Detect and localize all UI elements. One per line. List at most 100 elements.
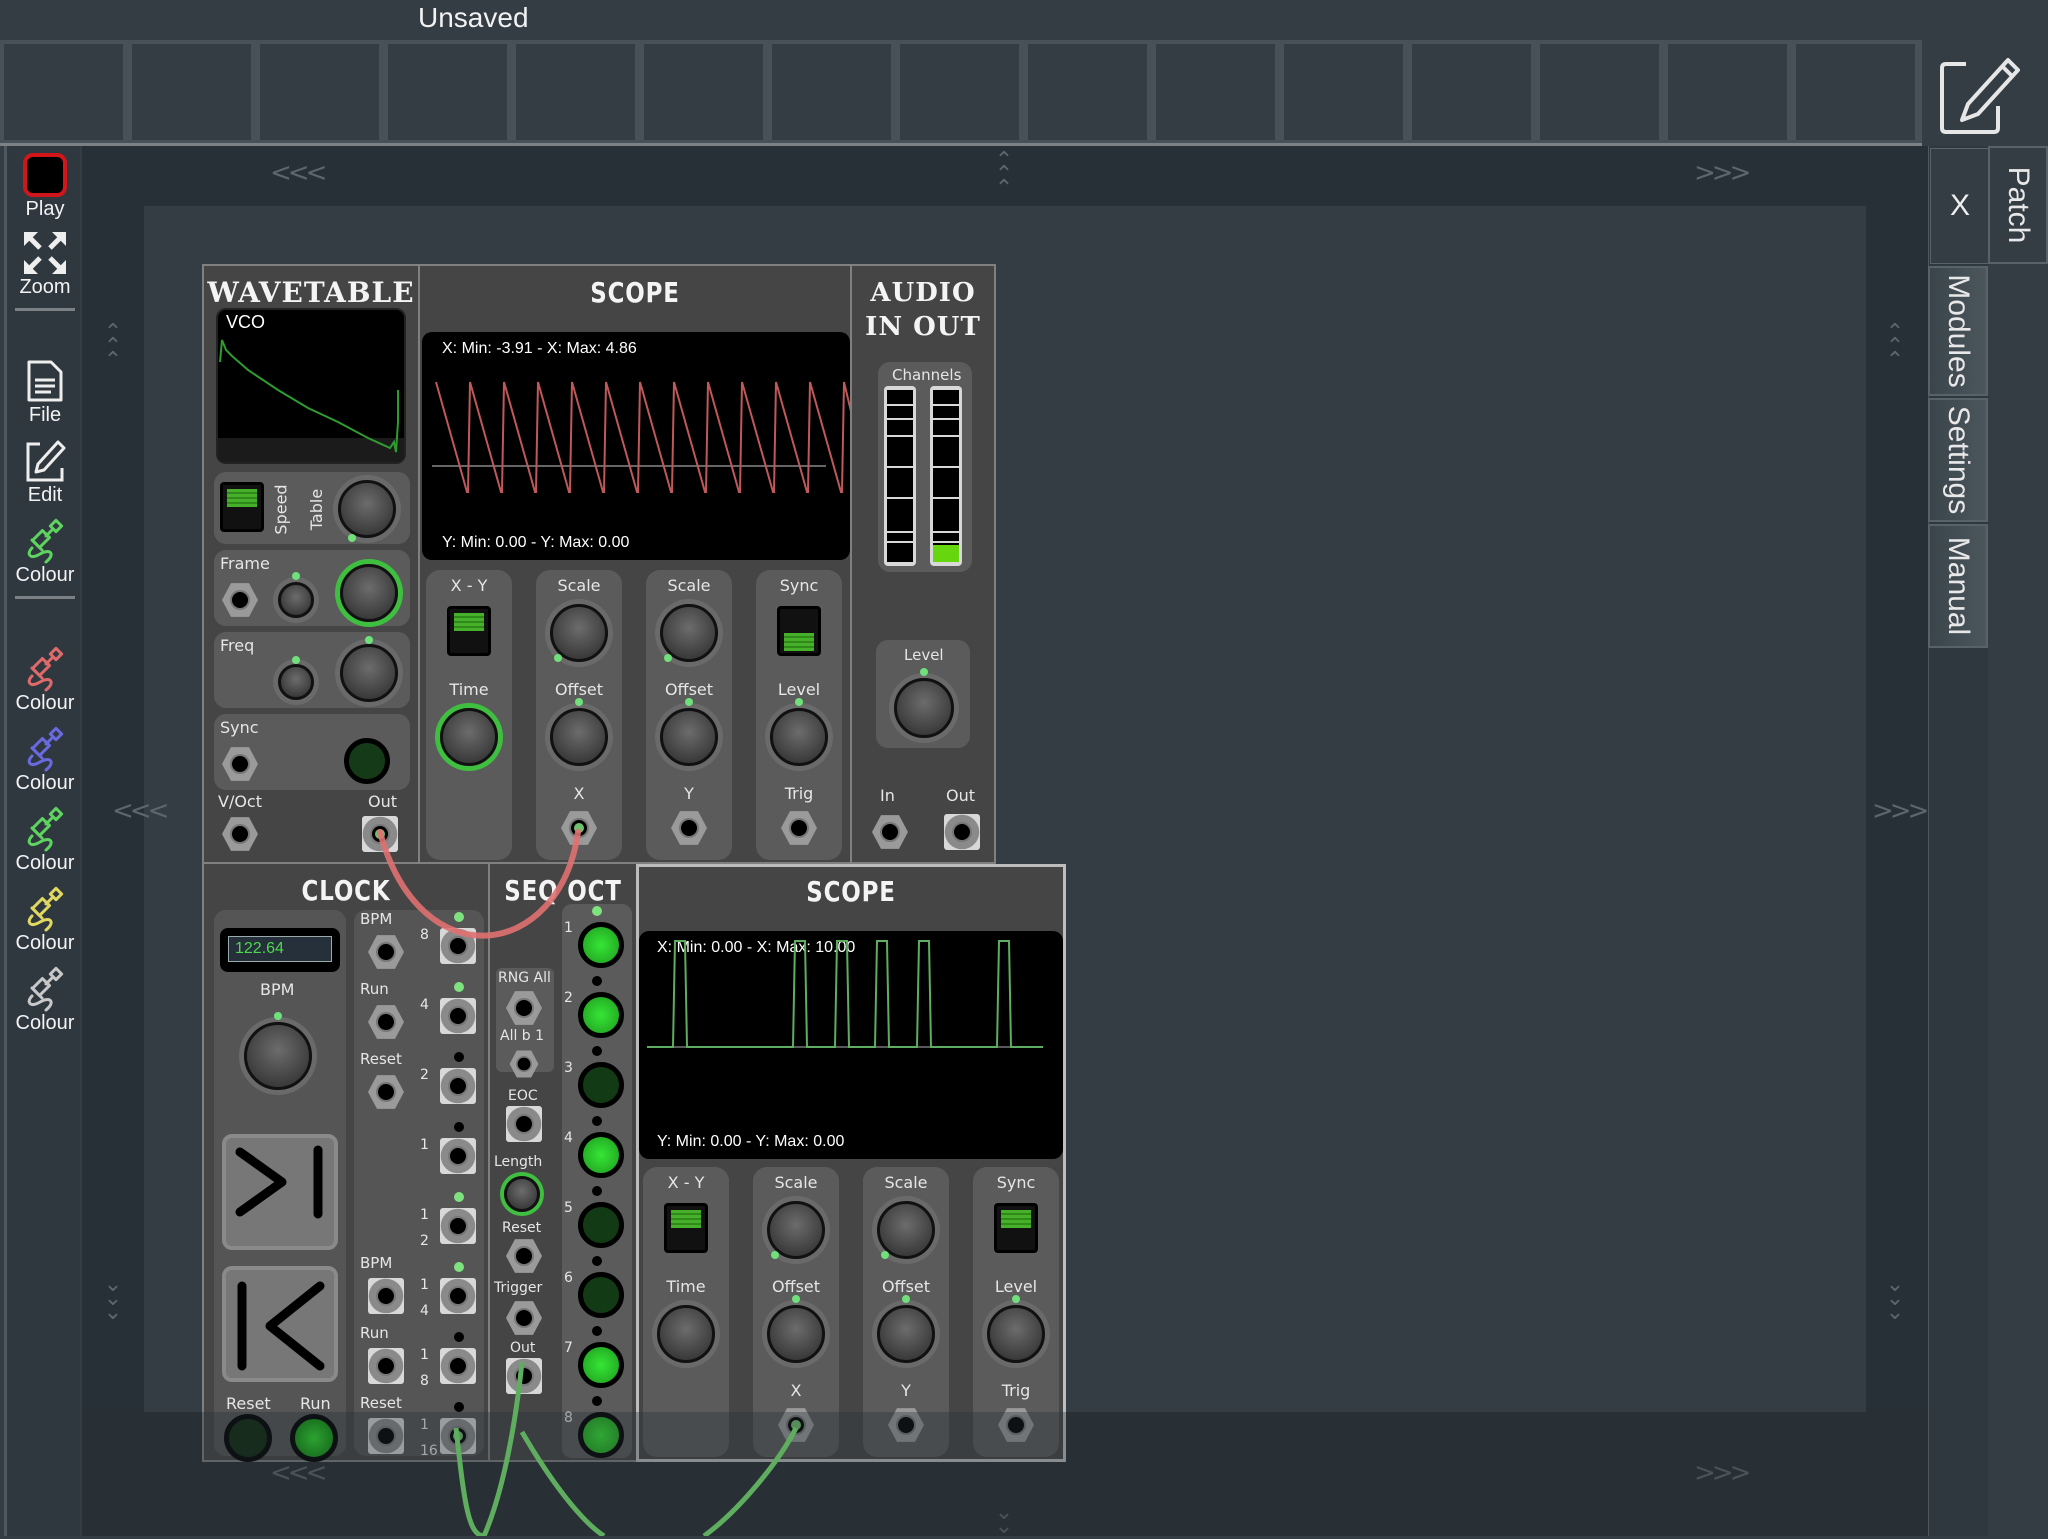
trig-input[interactable] <box>998 1407 1034 1443</box>
zoom-button[interactable]: Zoom <box>7 230 83 299</box>
colour-button-green[interactable]: Colour <box>7 806 83 875</box>
preset-slot[interactable] <box>132 44 251 140</box>
wavetable-module[interactable]: WAVETABLE VCO Speed Table Frame Freq Syn… <box>202 264 420 864</box>
step-button[interactable] <box>578 1062 624 1108</box>
reset-input[interactable] <box>506 1238 542 1274</box>
preset-slot[interactable] <box>1412 44 1531 140</box>
tab-modules[interactable]: Modules <box>1928 266 1988 396</box>
edit-slots-button[interactable] <box>1938 54 2024 136</box>
scroll-right-arrow[interactable]: >>> <box>1694 1458 1751 1488</box>
frame-attenuator-knob[interactable] <box>278 582 314 618</box>
scroll-down-arrow[interactable]: ⌄ ⌄ <box>989 1502 1019 1538</box>
preset-slot[interactable] <box>388 44 507 140</box>
scroll-left-arrow[interactable]: <<< <box>112 796 169 826</box>
colour-button-yellow[interactable]: Colour <box>7 886 83 955</box>
y-input[interactable] <box>671 810 707 846</box>
level-knob[interactable] <box>987 1305 1045 1363</box>
voct-input[interactable] <box>222 816 258 852</box>
skip-back-button[interactable] <box>222 1266 338 1382</box>
reset-led-button[interactable] <box>224 1414 272 1462</box>
sync-led-button[interactable] <box>344 738 390 784</box>
sync-input[interactable] <box>222 746 258 782</box>
division-output[interactable] <box>440 1418 476 1454</box>
seq-oct-module[interactable]: SEQ OCT RNG All All b 1 EOC Length Reset… <box>488 862 638 1462</box>
sync-switch[interactable] <box>777 606 821 656</box>
run-led-button[interactable] <box>290 1414 338 1462</box>
frame-cv-input[interactable] <box>222 582 258 618</box>
table-knob[interactable] <box>338 480 396 538</box>
sync-switch[interactable] <box>994 1203 1038 1253</box>
run-input[interactable] <box>368 1004 404 1040</box>
freq-knob[interactable] <box>340 644 398 702</box>
scroll-right-arrow[interactable]: >>> <box>1872 796 1929 826</box>
division-output[interactable] <box>440 928 476 964</box>
offset-knob[interactable] <box>550 708 608 766</box>
scroll-up-arrow[interactable]: ⌃ ⌃ ⌃ <box>989 150 1019 200</box>
edit-button[interactable]: Edit <box>7 438 83 507</box>
step-button[interactable] <box>578 1132 624 1178</box>
division-output[interactable] <box>440 1208 476 1244</box>
skip-forward-button[interactable] <box>222 1134 338 1250</box>
preset-slot[interactable] <box>772 44 891 140</box>
division-output[interactable] <box>440 998 476 1034</box>
seq-out-output[interactable] <box>506 1358 542 1394</box>
clock-module[interactable]: CLOCK 122.64 BPM Reset Run BPM Run Reset… <box>202 862 490 1462</box>
scope-module[interactable]: SCOPE X: Min: -3.91 - X: Max: 4.86 Y: Mi… <box>418 264 852 864</box>
audio-in-input[interactable] <box>872 814 908 850</box>
file-button[interactable]: File <box>7 358 83 427</box>
tab-manual[interactable]: Manual <box>1928 524 1988 648</box>
all-b1-input[interactable] <box>509 1050 539 1079</box>
scroll-up-arrow[interactable]: ⌃ ⌃ ⌃ <box>1880 322 1910 372</box>
xy-mode-switch[interactable] <box>447 606 491 656</box>
step-button[interactable] <box>578 1202 624 1248</box>
preset-slot[interactable] <box>900 44 1019 140</box>
tab-patch[interactable]: Patch <box>1988 146 2048 264</box>
preset-slot[interactable] <box>1540 44 1659 140</box>
y-input[interactable] <box>888 1407 924 1443</box>
scroll-right-arrow[interactable]: >>> <box>1694 158 1751 188</box>
division-output[interactable] <box>440 1068 476 1104</box>
level-knob[interactable] <box>770 708 828 766</box>
preset-slot[interactable] <box>1284 44 1403 140</box>
preset-slot[interactable] <box>1156 44 1275 140</box>
offset-knob[interactable] <box>660 708 718 766</box>
division-output[interactable] <box>440 1348 476 1384</box>
step-button[interactable] <box>578 1272 624 1318</box>
scroll-left-arrow[interactable]: <<< <box>270 1458 327 1488</box>
close-panel-button[interactable]: X <box>1930 148 1990 264</box>
preset-slot[interactable] <box>4 44 123 140</box>
time-knob[interactable] <box>657 1305 715 1363</box>
speed-switch[interactable] <box>220 482 264 532</box>
colour-button-grey[interactable]: Colour <box>7 966 83 1035</box>
reset-input[interactable] <box>368 1418 404 1454</box>
preset-slot[interactable] <box>260 44 379 140</box>
offset-knob[interactable] <box>877 1305 935 1363</box>
scope-module-selected[interactable]: SCOPE X: Min: 0.00 - X: Max: 10.00 Y: Mi… <box>636 864 1066 1462</box>
preset-slot[interactable] <box>516 44 635 140</box>
colour-button-active[interactable]: Colour <box>7 518 83 587</box>
scroll-up-arrow[interactable]: ⌃ ⌃ ⌃ <box>98 322 128 372</box>
colour-button-red[interactable]: Colour <box>7 646 83 715</box>
time-knob[interactable] <box>440 708 498 766</box>
preset-slot[interactable] <box>644 44 763 140</box>
division-output[interactable] <box>440 1278 476 1314</box>
reset-input[interactable] <box>368 1074 404 1110</box>
level-knob[interactable] <box>894 678 954 738</box>
frame-knob[interactable] <box>340 564 398 622</box>
step-button[interactable] <box>578 992 624 1038</box>
audio-in-out-module[interactable]: AUDIO IN OUT Channels Level In Out <box>850 264 996 864</box>
bpm-input[interactable] <box>368 1278 404 1314</box>
bpm-input[interactable] <box>368 934 404 970</box>
run-input[interactable] <box>368 1348 404 1384</box>
audio-out-output[interactable] <box>944 814 980 850</box>
play-button[interactable]: Play <box>7 152 83 221</box>
xy-mode-switch[interactable] <box>664 1203 708 1253</box>
length-knob[interactable] <box>504 1176 540 1212</box>
x-input[interactable] <box>778 1407 814 1443</box>
offset-knob[interactable] <box>767 1305 825 1363</box>
step-button[interactable] <box>578 1412 624 1458</box>
rng-all-input[interactable] <box>506 990 542 1026</box>
eoc-output[interactable] <box>506 1106 542 1142</box>
step-button[interactable] <box>578 1342 624 1388</box>
trig-input[interactable] <box>781 810 817 846</box>
